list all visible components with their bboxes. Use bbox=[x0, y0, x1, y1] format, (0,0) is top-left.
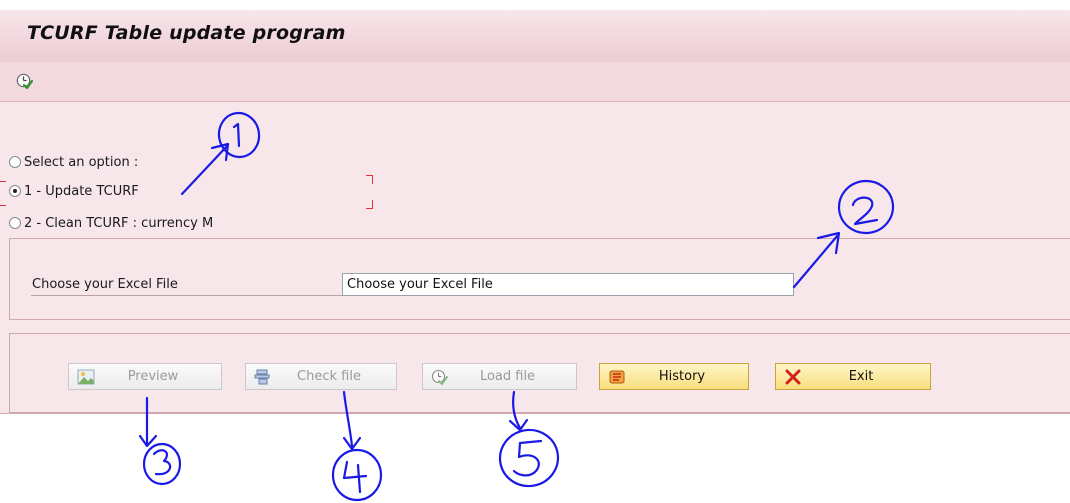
load-execute-icon bbox=[431, 369, 449, 385]
check-file-icon bbox=[254, 369, 272, 385]
window-top-edge bbox=[0, 0, 1070, 10]
sap-screen: TCURF Table update program Select an opt… bbox=[0, 0, 1070, 503]
radio-select-option[interactable] bbox=[9, 156, 21, 168]
excel-file-input[interactable]: Choose your Excel File bbox=[342, 273, 794, 296]
focus-bracket-bottom bbox=[366, 200, 373, 209]
radio-clean-tcurf[interactable] bbox=[9, 217, 21, 229]
exit-label: Exit bbox=[848, 369, 874, 384]
preview-label: Preview bbox=[127, 369, 179, 384]
execute-icon[interactable] bbox=[16, 73, 34, 90]
history-button[interactable]: History bbox=[599, 363, 749, 390]
focus-bracket-top bbox=[366, 175, 373, 184]
file-label-underline bbox=[31, 295, 343, 296]
history-label: History bbox=[658, 369, 706, 384]
radio-update-tcurf[interactable] bbox=[9, 185, 21, 197]
application-toolbar bbox=[0, 62, 1070, 102]
focus-marker-left-bottom bbox=[0, 205, 6, 206]
option-clean-tcurf[interactable]: 2 - Clean TCURF : currency M bbox=[9, 214, 213, 232]
check-file-label: Check file bbox=[297, 369, 361, 384]
button-frame: Preview Check file Load file History Exi… bbox=[9, 333, 1070, 413]
page-title: TCURF Table update program bbox=[27, 22, 346, 44]
exit-button[interactable]: Exit bbox=[775, 363, 931, 390]
exit-x-icon bbox=[784, 369, 802, 385]
file-selection-frame: Choose your Excel File Choose your Excel… bbox=[9, 238, 1070, 320]
preview-image-icon bbox=[77, 369, 95, 385]
option-update-tcurf[interactable]: 1 - Update TCURF bbox=[9, 182, 139, 200]
preview-button[interactable]: Preview bbox=[68, 363, 222, 390]
history-scroll-icon bbox=[608, 369, 626, 385]
load-file-button[interactable]: Load file bbox=[422, 363, 577, 390]
check-file-button[interactable]: Check file bbox=[245, 363, 397, 390]
option-label-select: Select an option : bbox=[24, 154, 139, 170]
option-label-update: 1 - Update TCURF bbox=[24, 183, 139, 199]
load-file-label: Load file bbox=[479, 369, 536, 384]
file-label: Choose your Excel File bbox=[32, 277, 178, 292]
title-bar: TCURF Table update program bbox=[0, 10, 1070, 63]
option-select[interactable]: Select an option : bbox=[9, 153, 138, 171]
option-label-clean: 2 - Clean TCURF : currency M bbox=[24, 215, 214, 231]
focus-marker-left-top bbox=[0, 181, 6, 182]
